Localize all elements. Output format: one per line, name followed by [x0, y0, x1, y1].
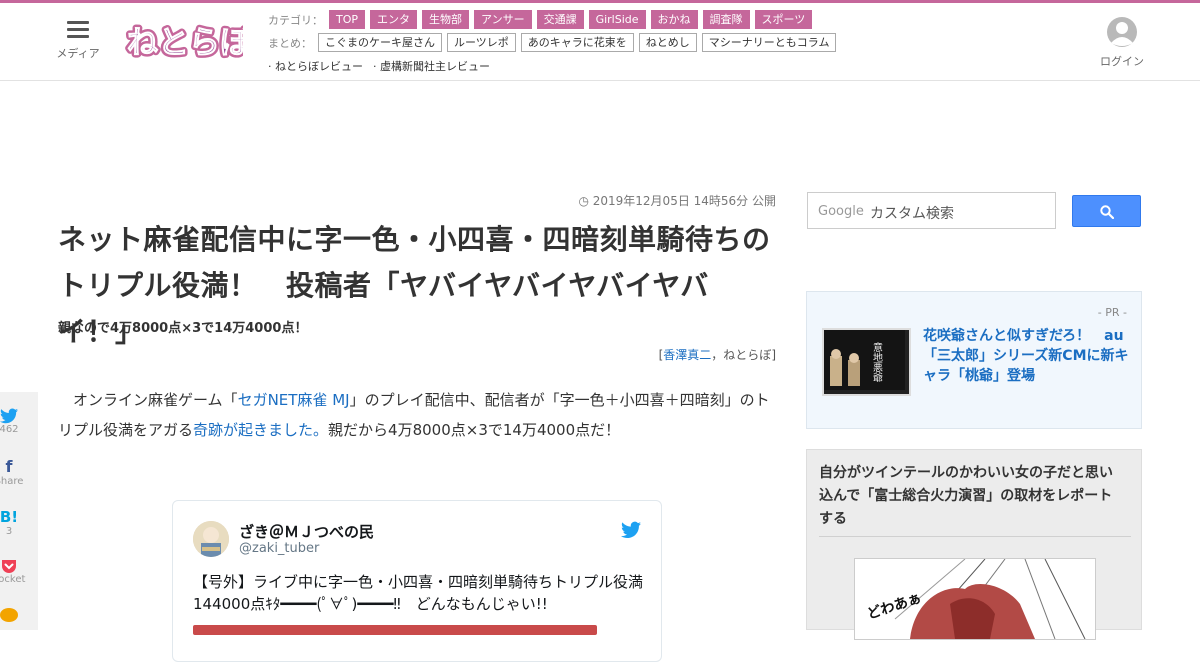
- hatena-share-count: 3: [5, 526, 13, 537]
- publish-date: ◷ 2019年12月05日 14時56分 公開: [560, 192, 776, 209]
- lead-text-1: オンライン麻雀ゲーム「: [73, 391, 238, 409]
- matome-netomeshi[interactable]: ねとめし: [638, 33, 697, 52]
- tweet-author-name[interactable]: ざき＠ＭＪつべの民: [239, 521, 374, 542]
- review-link-kyoko[interactable]: · 虚構新聞社主レビュー: [373, 58, 490, 74]
- divider: [819, 536, 1131, 537]
- pr-title-link[interactable]: 花咲爺さんと似すぎだろ！ au「三太郎」シリーズ新CMに新キャラ「桃爺」登場: [923, 326, 1129, 386]
- category-girlside[interactable]: GirlSide: [588, 10, 646, 29]
- site-header: メディア ねとらぼ ねとらぼ カテゴリ： TOP エンタ 生物部 アンサー 交通…: [0, 3, 1200, 81]
- category-enta[interactable]: エンタ: [370, 10, 418, 29]
- lead-link-sega-mj[interactable]: セガNET麻雀 MJ: [238, 391, 350, 409]
- category-okane[interactable]: おかね: [650, 10, 698, 29]
- pr-label: - PR -: [1097, 306, 1127, 319]
- speech-bubble-icon: [0, 608, 18, 622]
- svg-text:ねとらぼ: ねとらぼ: [127, 25, 243, 61]
- logo-mark: ねとらぼ ねとらぼ: [124, 22, 255, 64]
- embedded-tweet[interactable]: ざき＠ＭＪつべの民 @zaki_tuber 【号外】ライブ中に字一色・小四喜・四…: [172, 500, 662, 662]
- google-brand-label: Google: [818, 204, 864, 219]
- matome-machinery[interactable]: マシーナリーともコラム: [701, 33, 837, 52]
- manga-illustration: どわあぁ: [855, 559, 1095, 639]
- review-link-netorabo[interactable]: · ねとらぼレビュー: [268, 58, 363, 74]
- tweet-author-handle[interactable]: @zaki_tuber: [239, 541, 319, 556]
- share-pocket[interactable]: Pocket: [0, 558, 38, 585]
- avatar-image: [193, 521, 229, 557]
- feature-article-image[interactable]: どわあぁ: [854, 558, 1096, 640]
- share-bar: 462 f Share B! 3 Pocket: [0, 392, 38, 630]
- twitter-bird-icon[interactable]: [621, 521, 641, 539]
- pr-box[interactable]: - PR - 意地悪爺 花咲爺さんと似すぎだろ！ au「三太郎」シリーズ新CMに…: [806, 291, 1142, 429]
- hatena-bookmark-icon: B!: [0, 508, 19, 526]
- share-twitter[interactable]: 462: [0, 408, 38, 435]
- pocket-icon: [2, 560, 16, 573]
- byline-close: ]: [771, 348, 776, 362]
- share-hatena[interactable]: B! 3: [0, 508, 38, 537]
- publish-date-text: 2019年12月05日 14時56分 公開: [592, 194, 776, 208]
- author-link[interactable]: 香澤真二: [663, 348, 711, 362]
- media-menu-button[interactable]: メディア: [52, 21, 104, 61]
- site-logo[interactable]: ねとらぼ ねとらぼ: [124, 15, 255, 67]
- pr-thumbnail-image: 意地悪爺: [824, 330, 905, 390]
- tweet-image[interactable]: [193, 625, 597, 635]
- feature-article-title[interactable]: 自分がツインテールのかわいい女の子だと思い込んで「富士総合火力演習」の取材をレポ…: [819, 462, 1125, 531]
- matome-label: まとめ：: [268, 36, 312, 50]
- matome-roots[interactable]: ルーツレポ: [447, 33, 516, 52]
- search-button[interactable]: [1072, 195, 1141, 227]
- matome-nav: まとめ： こぐまのケーキ屋さん ルーツレポ あのキャラに花束を ねとめし マシー…: [268, 33, 841, 52]
- byline-site: ねとらぼ: [723, 348, 772, 362]
- matome-koguma[interactable]: こぐまのケーキ屋さん: [318, 33, 442, 52]
- tweet-text: 【号外】ライブ中に字一色・小四喜・四暗刻単騎待ちトリプル役満144000点ｷﾀ━…: [193, 573, 644, 613]
- twitter-share-count: 462: [0, 424, 19, 435]
- hamburger-icon: [67, 21, 89, 39]
- share-facebook[interactable]: f Share: [0, 457, 38, 488]
- media-menu-label: メディア: [56, 47, 100, 60]
- clock-icon: ◷: [578, 194, 589, 208]
- category-nav: カテゴリ： TOP エンタ 生物部 アンサー 交通課 GirlSide おかね …: [268, 10, 817, 29]
- facebook-share-label: Share: [0, 476, 24, 487]
- facebook-icon: f: [5, 457, 13, 476]
- lead-text-3: 親だから4万8000点×3で14万4000点だ！: [328, 421, 621, 439]
- matome-hanataba[interactable]: あのキャラに花束を: [520, 33, 634, 52]
- review-links: · ねとらぼレビュー · 虚構新聞社主レビュー: [268, 58, 500, 74]
- share-comment[interactable]: [0, 608, 38, 624]
- sidebar-feature-article[interactable]: 自分がツインテールのかわいい女の子だと思い込んで「富士総合火力演習」の取材をレポ…: [806, 449, 1142, 640]
- byline: [香澤真二，ねとらぼ]: [560, 346, 776, 363]
- search-input[interactable]: Google カスタム検索: [807, 192, 1056, 229]
- pr-thumbnail[interactable]: 意地悪爺: [822, 328, 911, 396]
- category-seibutsubu[interactable]: 生物部: [422, 10, 470, 29]
- category-answer[interactable]: アンサー: [474, 10, 532, 29]
- category-sports[interactable]: スポーツ: [754, 10, 813, 29]
- category-label: カテゴリ：: [268, 13, 323, 27]
- twitter-share-icon: [0, 408, 18, 424]
- article-subtitle: 親なので4万8000点×3で14万4000点！: [58, 321, 308, 336]
- login-button[interactable]: ログイン: [1096, 17, 1148, 69]
- search-placeholder: カスタム検索: [870, 206, 954, 222]
- category-chousatai[interactable]: 調査隊: [702, 10, 750, 29]
- category-koutsuka[interactable]: 交通課: [536, 10, 584, 29]
- lead-link-kiseki[interactable]: 奇跡が起きました。: [193, 421, 328, 439]
- article-lead: オンライン麻雀ゲーム「セガNET麻雀 MJ」のプレイ配信中、配信者が「字一色＋小…: [58, 385, 778, 445]
- search-icon: [1100, 205, 1114, 219]
- tweet-avatar[interactable]: [193, 521, 229, 557]
- svg-text:意地悪爺: 意地悪爺: [871, 341, 883, 382]
- byline-sep: ，: [711, 348, 724, 362]
- user-icon: [1107, 17, 1137, 47]
- category-top[interactable]: TOP: [329, 10, 366, 29]
- login-label: ログイン: [1100, 55, 1144, 68]
- pocket-share-label: Pocket: [0, 574, 26, 585]
